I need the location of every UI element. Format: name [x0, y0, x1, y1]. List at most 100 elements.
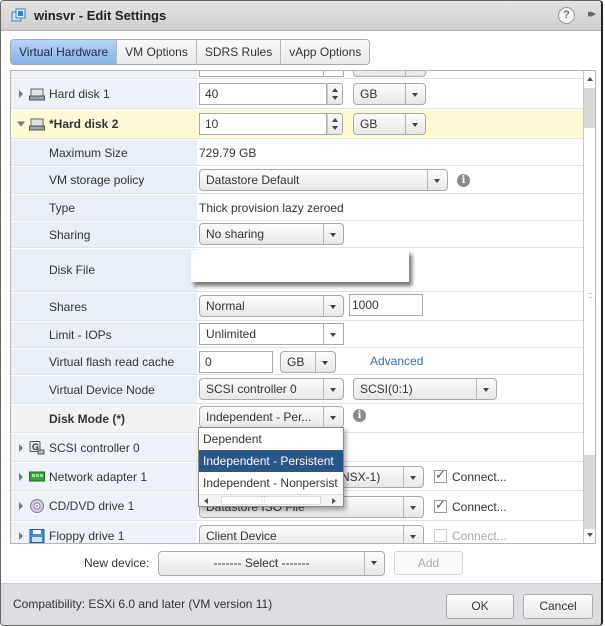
chevron-down-icon [323, 324, 343, 344]
row-label: *Hard disk 2 [49, 117, 119, 131]
hard-disk-2-size-spinner[interactable] [327, 113, 343, 135]
flash-cache-unit-select[interactable]: GB [280, 351, 336, 373]
info-icon[interactable]: i [353, 409, 366, 422]
row-label: Maximum Size [49, 145, 128, 160]
dialog-title: winsvr - Edit Settings [34, 8, 167, 23]
row-label: Floppy drive 1 [49, 528, 125, 543]
expand-arrow-icon[interactable] [19, 531, 23, 540]
disk-file-value-box [191, 250, 409, 282]
row-label: Virtual Device Node [49, 382, 155, 397]
disk-mode-dropdown-list: Dependent Independent - Persistent Indep… [198, 427, 344, 507]
chevron-down-icon [315, 352, 335, 372]
scroll-down-icon[interactable] [587, 533, 593, 537]
scsi-controller-icon: G [29, 440, 45, 454]
help-icon[interactable]: ? [558, 7, 575, 24]
chevron-down-icon [403, 467, 423, 487]
row-vm-storage-policy: VM storage policy Datastore Default i [11, 167, 583, 194]
cd-dvd-icon [30, 499, 44, 513]
floppy-connect-label: Connect... [452, 529, 507, 543]
partial-input [199, 71, 344, 77]
scroll-up-icon[interactable] [587, 77, 593, 81]
tab-virtual-hardware[interactable]: Virtual Hardware [11, 40, 118, 64]
row-label: Limit - IOPs [49, 327, 112, 342]
row-label: Hard disk 1 [49, 87, 110, 101]
expand-icon[interactable]: ▸▸ [588, 7, 596, 20]
hard-disk-1-size-spinner[interactable] [327, 83, 343, 105]
advanced-link[interactable]: Advanced [370, 354, 423, 368]
type-value: Thick provision lazy zeroed [199, 200, 344, 215]
collapse-arrow-icon[interactable] [17, 121, 25, 127]
network-adapter-icon [29, 471, 45, 481]
chevron-down-icon [427, 170, 447, 190]
dropdown-horizontal-scrollbar[interactable]: :: [199, 494, 343, 506]
chevron-down-icon [403, 526, 423, 543]
chevron-down-icon [405, 84, 425, 104]
partial-select [353, 71, 426, 77]
vm-storage-policy-select[interactable]: Datastore Default [199, 169, 448, 191]
row-label: Sharing [49, 227, 91, 242]
disk-mode-select[interactable]: Independent - Per... [199, 406, 344, 428]
ok-button[interactable]: OK [446, 594, 514, 619]
info-icon[interactable]: i [457, 174, 470, 187]
dialog-footer: Compatibility: ESXi 6.0 and later (VM ve… [1, 583, 601, 625]
dropdown-option-independent-persistent[interactable]: Independent - Persistent [199, 450, 343, 472]
row-label: CD/DVD drive 1 [49, 499, 135, 513]
row-hard-disk-2: *Hard disk 2 10 GB [11, 110, 583, 139]
shares-select[interactable]: Normal [199, 295, 344, 317]
scsi-slot-select[interactable]: SCSI(0:1) [353, 378, 497, 400]
row-virtual-device-node: Virtual Device Node SCSI controller 0 SC… [11, 376, 583, 404]
title-bar[interactable]: winsvr - Edit Settings ? ▸▸ [1, 1, 601, 31]
limit-iops-select[interactable]: Unlimited [199, 323, 344, 345]
scsi-controller-select[interactable]: SCSI controller 0 [199, 378, 344, 400]
scroll-left-icon[interactable] [204, 498, 208, 504]
new-device-select[interactable]: ------- Select ------- [158, 551, 385, 576]
row-label: SCSI controller 0 [49, 440, 140, 455]
add-device-button[interactable]: Add [394, 551, 463, 575]
chevron-down-icon [476, 379, 496, 399]
scroll-thumb[interactable] [221, 496, 321, 505]
chevron-down-icon [323, 296, 343, 316]
cd-dvd-connect-checkbox[interactable] [434, 497, 447, 513]
chevron-down-icon [323, 407, 343, 427]
resize-handle-icon[interactable]: ∴ [595, 620, 599, 625]
vm-icon [11, 8, 26, 22]
flash-cache-input[interactable]: 0 [199, 351, 273, 373]
hard-disk-icon [29, 88, 45, 101]
hard-disk-1-unit-select[interactable]: GB [353, 83, 426, 105]
dropdown-option-dependent[interactable]: Dependent [199, 428, 343, 450]
expand-arrow-icon[interactable] [19, 472, 23, 481]
dropdown-option-independent-nonpersistent[interactable]: Independent - Nonpersist [199, 472, 343, 494]
network-connect-checkbox[interactable] [434, 467, 447, 483]
tab-vapp-options[interactable]: vApp Options [281, 40, 370, 64]
tab-vm-options[interactable]: VM Options [117, 40, 197, 64]
partial-row [11, 71, 583, 79]
hard-disk-icon [29, 118, 45, 131]
floppy-select[interactable]: Client Device [199, 525, 424, 543]
sharing-select[interactable]: No sharing [199, 223, 344, 245]
scroll-right-icon[interactable] [332, 498, 336, 504]
expand-arrow-icon[interactable] [19, 443, 23, 452]
hard-disk-1-size-input[interactable]: 40 [199, 83, 327, 105]
grid-vertical-scrollbar[interactable] [583, 71, 595, 543]
row-label: Network adapter 1 [49, 469, 148, 484]
tab-bar: Virtual Hardware VM Options SDRS Rules v… [10, 39, 371, 65]
expand-arrow-icon[interactable] [19, 90, 23, 98]
row-floppy-drive: Floppy drive 1 Client Device Connect... [11, 522, 583, 543]
expand-arrow-icon[interactable] [19, 502, 23, 510]
cancel-button[interactable]: Cancel [523, 594, 593, 619]
scroll-thumb-lower[interactable] [584, 455, 595, 529]
hard-disk-2-unit-select[interactable]: GB [353, 113, 426, 135]
row-label: Disk Mode (*) [49, 411, 126, 426]
floppy-connect-checkbox[interactable] [434, 529, 447, 542]
row-label: VM storage policy [49, 173, 145, 187]
shares-number-input[interactable]: 1000 [349, 294, 423, 316]
tab-sdrs-rules[interactable]: SDRS Rules [196, 40, 282, 64]
row-virtual-flash-read-cache: Virtual flash read cache 0 GB Advanced [11, 349, 583, 375]
scroll-thumb[interactable] [584, 88, 595, 128]
row-type: Type Thick provision lazy zeroed [11, 195, 583, 221]
compatibility-text: Compatibility: ESXi 6.0 and later (VM ve… [13, 597, 273, 611]
chevron-down-icon [323, 224, 343, 244]
hard-disk-2-size-input[interactable]: 10 [199, 113, 327, 135]
cd-dvd-connect-label: Connect... [452, 500, 507, 514]
resize-grip-icon[interactable]: :: [588, 291, 593, 300]
